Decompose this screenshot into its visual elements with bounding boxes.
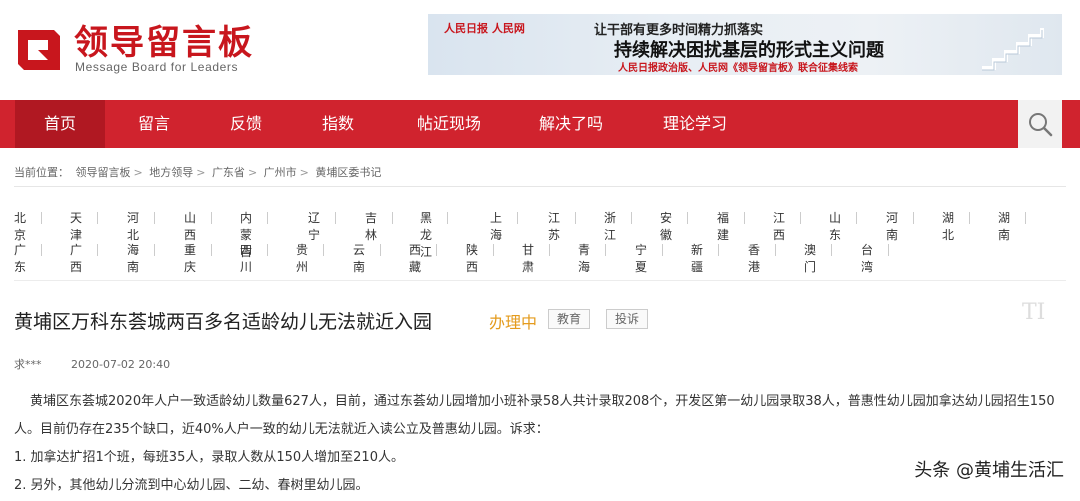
post-body: 黄埔区东荟城2020年人户一致适龄幼儿数量627人，目前，通过东荟幼儿园增加小班…	[14, 388, 1064, 500]
tag-education[interactable]: 教育	[548, 309, 591, 329]
nav-on-site[interactable]: 帖近现场	[394, 100, 504, 148]
region-link[interactable]: 山西	[184, 209, 213, 243]
divider	[14, 186, 1066, 187]
region-link[interactable]: 香港	[748, 241, 777, 275]
site-header: 领导留言板 Message Board for Leaders 人民日报 人民网…	[0, 0, 1080, 100]
nav-resolved[interactable]: 解决了吗	[518, 100, 624, 148]
post-meta: 求*** 2020-07-02 20:40	[14, 356, 170, 372]
post-item-2: 2. 另外，其他幼儿分流到中心幼儿园、二幼、春树里幼儿园。	[14, 478, 369, 493]
breadcrumb-link-local-leaders[interactable]: 地方领导	[149, 166, 193, 179]
divider	[14, 280, 1066, 281]
breadcrumb-separator: >	[247, 166, 261, 179]
region-link[interactable]: 辽宁	[308, 209, 337, 243]
nav-theory-study[interactable]: 理论学习	[642, 100, 748, 148]
region-link[interactable]: 福建	[717, 209, 746, 243]
region-link[interactable]: 浙江	[604, 209, 633, 243]
status-badge: 办理中	[489, 313, 538, 332]
tag-complaint[interactable]: 投诉	[606, 309, 649, 329]
breadcrumb-separator: >	[299, 166, 313, 179]
logo-title: 领导留言板	[74, 23, 254, 63]
region-link[interactable]: 宁夏	[635, 241, 664, 275]
post-item-1: 1. 加拿达扩招1个班，每班35人，录取人数从150人增加至210人。	[14, 450, 404, 465]
post-date: 2020-07-02 20:40	[71, 358, 171, 371]
breadcrumb-link-city[interactable]: 广州市	[264, 166, 297, 179]
region-link[interactable]: 重庆	[184, 241, 213, 275]
region-link[interactable]: 湖南	[998, 209, 1027, 243]
promo-banner[interactable]: 人民日报 人民网 让干部有更多时间精力抓落实 持续解决困扰基层的形式主义问题 人…	[428, 14, 1062, 75]
region-link[interactable]: 上海	[490, 209, 519, 243]
region-link[interactable]: 陕西	[466, 241, 495, 275]
search-icon	[1029, 113, 1053, 137]
region-link[interactable]: 河南	[886, 209, 915, 243]
region-link[interactable]: 澳门	[804, 241, 833, 275]
region-link[interactable]: 台湾	[861, 241, 890, 275]
region-link[interactable]: 甘肃	[522, 241, 551, 275]
region-link[interactable]: 贵州	[296, 241, 325, 275]
breadcrumb: 当前位置： 领导留言板 > 地方领导 > 广东省 > 广州市 > 黄埔区委书记	[14, 164, 384, 180]
region-link[interactable]: 海南	[127, 241, 156, 275]
breadcrumb-link-province[interactable]: 广东省	[212, 166, 245, 179]
region-link[interactable]: 安徽	[660, 209, 689, 243]
main-nav: 首页 留言 反馈 指数 帖近现场 解决了吗 理论学习	[0, 100, 1080, 148]
region-link[interactable]: 云南	[353, 241, 382, 275]
breadcrumb-prefix: 当前位置：	[14, 166, 69, 179]
region-link[interactable]: 西藏	[409, 241, 438, 275]
region-link[interactable]: 山东	[829, 209, 858, 243]
region-link[interactable]: 北京	[14, 209, 43, 243]
post-author: 求***	[14, 358, 42, 371]
region-link[interactable]: 江西	[773, 209, 802, 243]
post-paragraph: 黄埔区东荟城2020年人户一致适龄幼儿数量627人，目前，通过东荟幼儿园增加小班…	[14, 394, 1055, 437]
nav-messages[interactable]: 留言	[108, 100, 200, 148]
banner-line-3: 人民日报政治版、人民网《领导留言板》联合征集线索	[618, 63, 858, 74]
breadcrumb-link-home[interactable]: 领导留言板	[76, 166, 131, 179]
breadcrumb-separator: >	[133, 166, 147, 179]
watermark: 头条 @黄埔生活汇	[914, 460, 1064, 481]
post-title: 黄埔区万科东荟城两百多名适龄幼儿无法就近入园	[14, 311, 433, 333]
region-link[interactable]: 河北	[127, 209, 156, 243]
breadcrumb-current[interactable]: 黄埔区委书记	[315, 166, 381, 179]
region-link[interactable]: 青海	[578, 241, 607, 275]
banner-brand: 人民日报 人民网	[444, 22, 525, 35]
site-logo[interactable]: 领导留言板 Message Board for Leaders	[14, 24, 254, 80]
region-link[interactable]: 广东	[14, 241, 43, 275]
nav-feedback[interactable]: 反馈	[200, 100, 292, 148]
stairs-graphic-icon	[982, 28, 1044, 71]
region-link[interactable]: 天津	[70, 209, 99, 243]
region-link[interactable]: 广西	[70, 241, 99, 275]
region-link[interactable]: 湖北	[942, 209, 971, 243]
search-button[interactable]	[1018, 100, 1062, 148]
corner-mark: TI	[1022, 300, 1046, 325]
region-link[interactable]: 江苏	[548, 209, 577, 243]
region-link[interactable]: 吉林	[365, 209, 394, 243]
nav-home[interactable]: 首页	[15, 100, 105, 148]
region-link[interactable]: 四川	[240, 241, 269, 275]
nav-index[interactable]: 指数	[292, 100, 384, 148]
logo-subtitle: Message Board for Leaders	[75, 60, 239, 74]
logo-mark-icon	[18, 30, 60, 70]
breadcrumb-separator: >	[196, 166, 209, 179]
region-link[interactable]: 新疆	[691, 241, 720, 275]
